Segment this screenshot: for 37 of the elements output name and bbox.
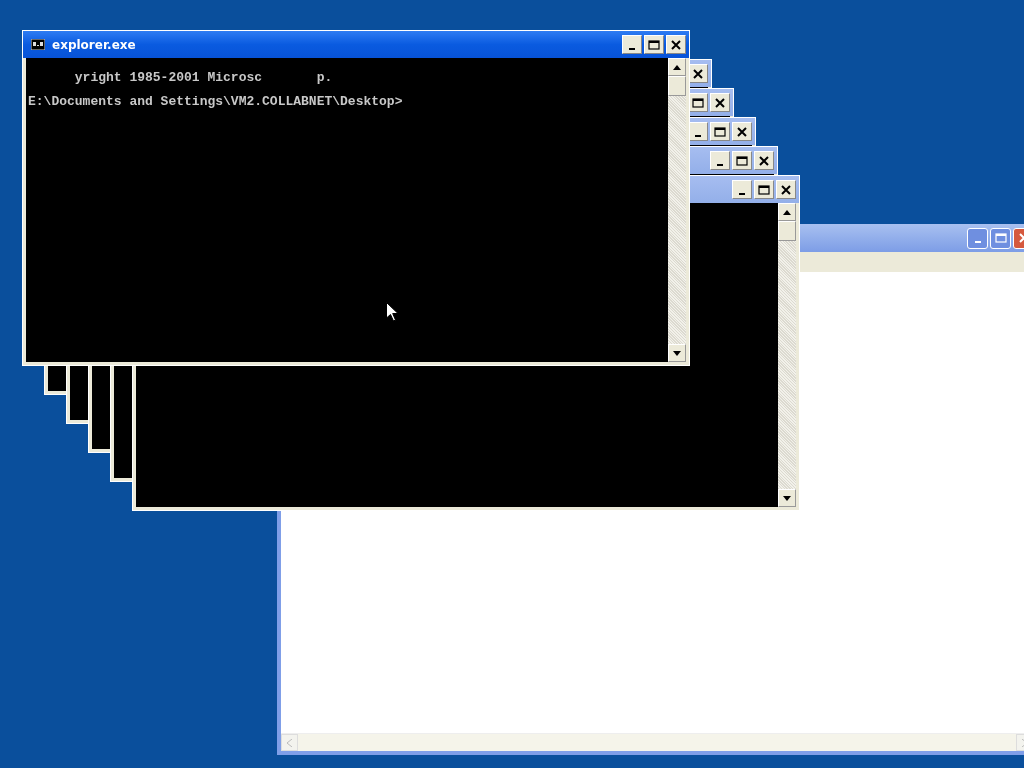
close-icon: [781, 184, 791, 195]
close-icon: [715, 97, 725, 108]
minimize-icon: [739, 192, 745, 195]
close-icon: [671, 39, 681, 50]
console-icon: [31, 39, 45, 50]
maximize-icon: [758, 184, 770, 195]
close-icon: [693, 68, 703, 79]
scrollbar[interactable]: [778, 203, 796, 507]
minimize-icon: [974, 241, 981, 243]
scrollbar[interactable]: [668, 58, 686, 362]
minimize-icon: [695, 134, 701, 137]
scroll-down-button[interactable]: [668, 344, 686, 362]
close-button[interactable]: [666, 35, 686, 54]
scroll-thumb[interactable]: [778, 221, 796, 241]
up-arrow-icon: [673, 64, 681, 70]
scroll-up-button[interactable]: [668, 58, 686, 76]
scroll-thumb[interactable]: [668, 76, 686, 96]
maximize-icon: [714, 126, 726, 137]
maximize-icon: [994, 233, 1007, 243]
maximize-icon: [736, 155, 748, 166]
down-arrow-icon: [673, 350, 681, 356]
minimize-icon: [629, 47, 635, 50]
up-arrow-icon: [783, 209, 791, 215]
maximize-icon: [648, 39, 660, 50]
close-icon: [759, 155, 769, 166]
minimize-button[interactable]: [622, 35, 642, 54]
cursor-icon: [386, 302, 399, 322]
down-arrow-icon: [783, 495, 791, 501]
maximize-icon: [692, 97, 704, 108]
scroll-up-button[interactable]: [778, 203, 796, 221]
minimize-icon: [717, 163, 723, 166]
console-line: E:\Documents and Settings\VM2.COLLABNET\Desktop>: [28, 93, 403, 111]
scroll-down-button[interactable]: [778, 489, 796, 507]
console-line: yright 1985-2001 Microsc p.: [73, 69, 333, 87]
maximize-button[interactable]: [644, 35, 664, 54]
window-title: explorer.exe: [52, 37, 136, 52]
close-icon: [737, 126, 747, 137]
